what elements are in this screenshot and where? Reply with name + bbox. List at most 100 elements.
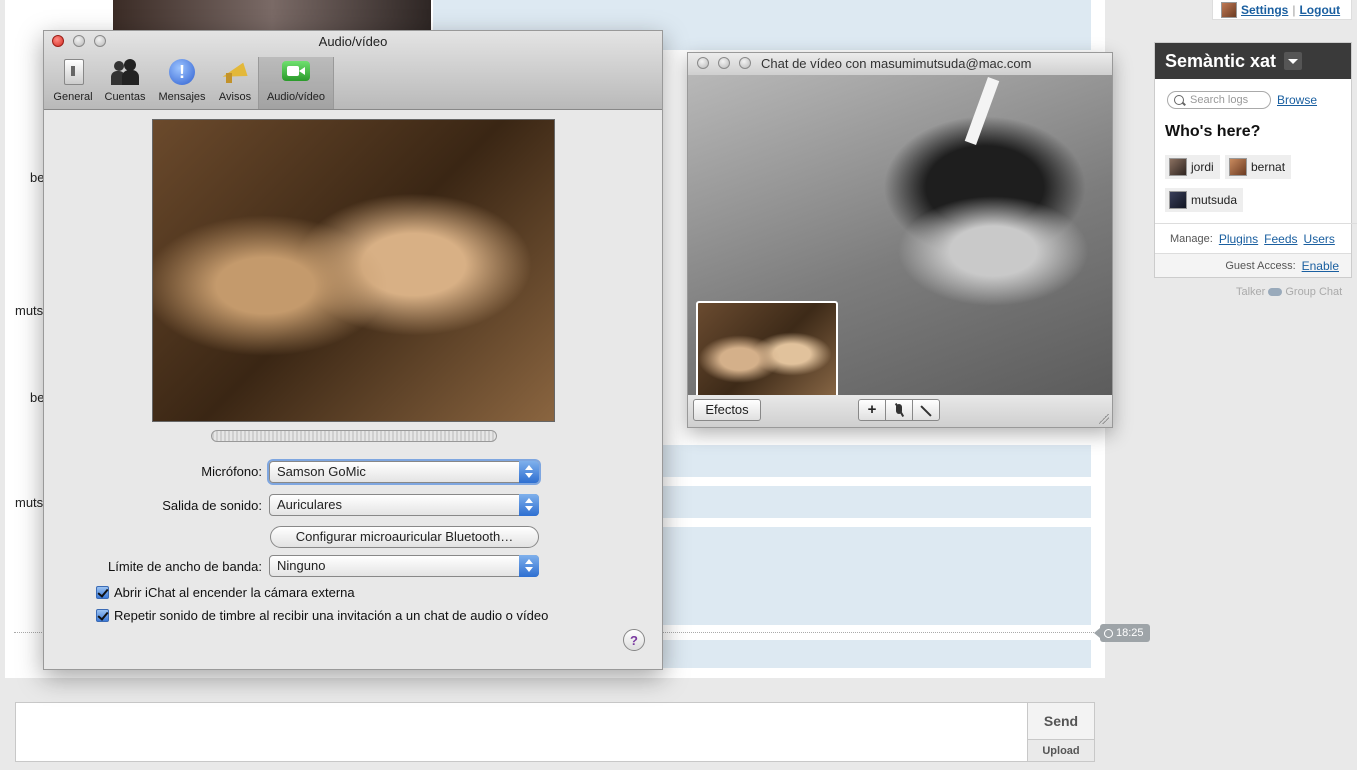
dropdown-icon	[519, 461, 539, 483]
microphone-value: Samson GoMic	[277, 464, 366, 479]
powered-talker: Talker	[1236, 286, 1266, 298]
user-name: bernat	[1251, 160, 1286, 174]
tab-accounts[interactable]: Cuentas	[102, 57, 148, 109]
whos-here-heading: Who's here?	[1165, 123, 1261, 140]
room-header: Semàntic xat	[1155, 43, 1351, 79]
time-label: 18:25	[1116, 627, 1144, 639]
avatar	[1221, 1, 1237, 18]
zoom-icon[interactable]	[739, 57, 751, 69]
preferences-toolbar: Audio/vídeo General Cuentas ! Mensajes A…	[44, 31, 662, 110]
microphone-select[interactable]: Samson GoMic	[269, 461, 539, 483]
settings-link[interactable]: Settings	[1241, 3, 1288, 17]
fullscreen-icon	[920, 405, 932, 417]
guest-access-row: Guest Access: Enable	[1155, 253, 1351, 277]
sound-output-value: Auriculares	[277, 497, 343, 512]
video-camera-icon	[281, 57, 311, 87]
logout-link[interactable]: Logout	[1299, 3, 1340, 17]
message-bubble	[625, 445, 1091, 477]
user-chip[interactable]: bernat	[1225, 155, 1292, 179]
resize-grip[interactable]	[1099, 414, 1109, 424]
open-ichat-label: Abrir iChat al encender la cámara extern…	[114, 585, 355, 600]
clock-icon	[1104, 628, 1113, 638]
avatar	[1229, 158, 1247, 176]
time-badge: 18:25	[1094, 624, 1150, 642]
enable-guest-link[interactable]: Enable	[1302, 259, 1339, 273]
search-logs-input[interactable]: Search logs	[1167, 91, 1271, 109]
video-chat-window: Chat de vídeo con masumimutsuda@mac.com …	[687, 52, 1113, 428]
tab-general[interactable]: General	[52, 57, 94, 109]
guest-access-label: Guest Access:	[1225, 259, 1296, 272]
repeat-ring-label: Repetir sonido de timbre al recibir una …	[114, 608, 549, 623]
messages-icon: !	[167, 57, 197, 87]
tab-alerts[interactable]: Avisos	[214, 57, 256, 109]
powered-group-chat: Group Chat	[1285, 286, 1343, 298]
tab-label: Avisos	[218, 91, 252, 103]
tab-messages[interactable]: ! Mensajes	[156, 57, 208, 109]
window-title: Audio/vídeo	[318, 34, 388, 49]
message-bubble	[625, 527, 1091, 625]
powered-by[interactable]: Talker Group Chat	[1236, 286, 1342, 298]
minimize-icon[interactable]	[718, 57, 730, 69]
users-link[interactable]: Users	[1304, 232, 1335, 246]
switch-icon	[58, 57, 88, 87]
message-sender: muts	[15, 303, 44, 318]
mute-button[interactable]	[885, 399, 913, 421]
sound-output-select[interactable]: Auriculares	[269, 494, 539, 516]
video-chat-title: Chat de vídeo con masumimutsuda@mac.com	[761, 56, 1032, 71]
user-chip[interactable]: mutsuda	[1165, 188, 1244, 212]
upload-button[interactable]: Upload	[1027, 740, 1095, 762]
open-ichat-checkbox[interactable]	[96, 586, 109, 599]
search-icon	[1174, 95, 1184, 105]
room-name: Semàntic xat	[1165, 50, 1277, 71]
cloud-icon	[1268, 288, 1283, 296]
ceiling-light	[964, 76, 1000, 146]
effects-button[interactable]: Efectos	[693, 399, 761, 421]
dropdown-icon	[519, 494, 539, 516]
accounts-icon	[110, 57, 140, 87]
user-links: Settings | Logout	[1212, 0, 1352, 20]
user-chip[interactable]: jordi	[1165, 155, 1220, 179]
tab-label: Audio/vídeo	[266, 91, 326, 103]
video-chat-titlebar: Chat de vídeo con masumimutsuda@mac.com	[688, 53, 1112, 76]
send-button[interactable]: Send	[1027, 702, 1095, 740]
manage-label: Manage:	[1170, 233, 1213, 245]
tab-audio-video[interactable]: Audio/vídeo	[258, 57, 334, 109]
bandwidth-value: Ninguno	[277, 558, 326, 573]
add-participant-button[interactable]: +	[858, 399, 886, 421]
bandwidth-label: Límite de ancho de banda:	[108, 559, 262, 574]
tab-label: General	[53, 91, 93, 103]
camera-preview	[152, 119, 555, 422]
avatar	[1169, 158, 1187, 176]
separator: |	[1292, 2, 1296, 17]
preferences-window: Audio/vídeo General Cuentas ! Mensajes A…	[43, 30, 663, 670]
user-name: mutsuda	[1191, 193, 1238, 207]
video-chat-controls: Efectos +	[688, 395, 1112, 427]
self-preview-video[interactable]	[696, 301, 838, 407]
message-bubble	[625, 640, 1091, 668]
audio-level-meter	[211, 430, 497, 442]
bluetooth-headset-button[interactable]: Configurar microauricular Bluetooth…	[270, 526, 539, 548]
user-name: jordi	[1191, 160, 1214, 174]
bandwidth-select[interactable]: Ninguno	[269, 555, 539, 577]
dropdown-icon[interactable]	[1284, 52, 1303, 70]
repeat-ring-checkbox[interactable]	[96, 609, 109, 622]
message-input[interactable]	[15, 702, 1095, 762]
alerts-icon	[220, 57, 250, 87]
shared-image-thumbnail[interactable]	[113, 0, 431, 30]
browse-link[interactable]: Browse	[1277, 93, 1317, 107]
avatar	[1169, 191, 1187, 209]
feeds-link[interactable]: Feeds	[1264, 232, 1297, 246]
close-icon[interactable]	[697, 57, 709, 69]
tab-label: Cuentas	[104, 91, 146, 103]
remote-video	[688, 75, 1112, 407]
message-bubble	[625, 486, 1091, 518]
repeat-ring-checkbox-row[interactable]: Repetir sonido de timbre al recibir una …	[96, 608, 548, 623]
room-panel: Semàntic xat Search logs Browse Who's he…	[1154, 42, 1357, 278]
microphone-label: Micrófono:	[201, 464, 262, 479]
message-sender: muts	[15, 495, 44, 510]
help-button[interactable]: ?	[623, 629, 645, 651]
sound-output-label: Salida de sonido:	[162, 498, 262, 513]
open-ichat-checkbox-row[interactable]: Abrir iChat al encender la cámara extern…	[96, 585, 355, 600]
fullscreen-button[interactable]	[912, 399, 940, 421]
plugins-link[interactable]: Plugins	[1219, 232, 1258, 246]
